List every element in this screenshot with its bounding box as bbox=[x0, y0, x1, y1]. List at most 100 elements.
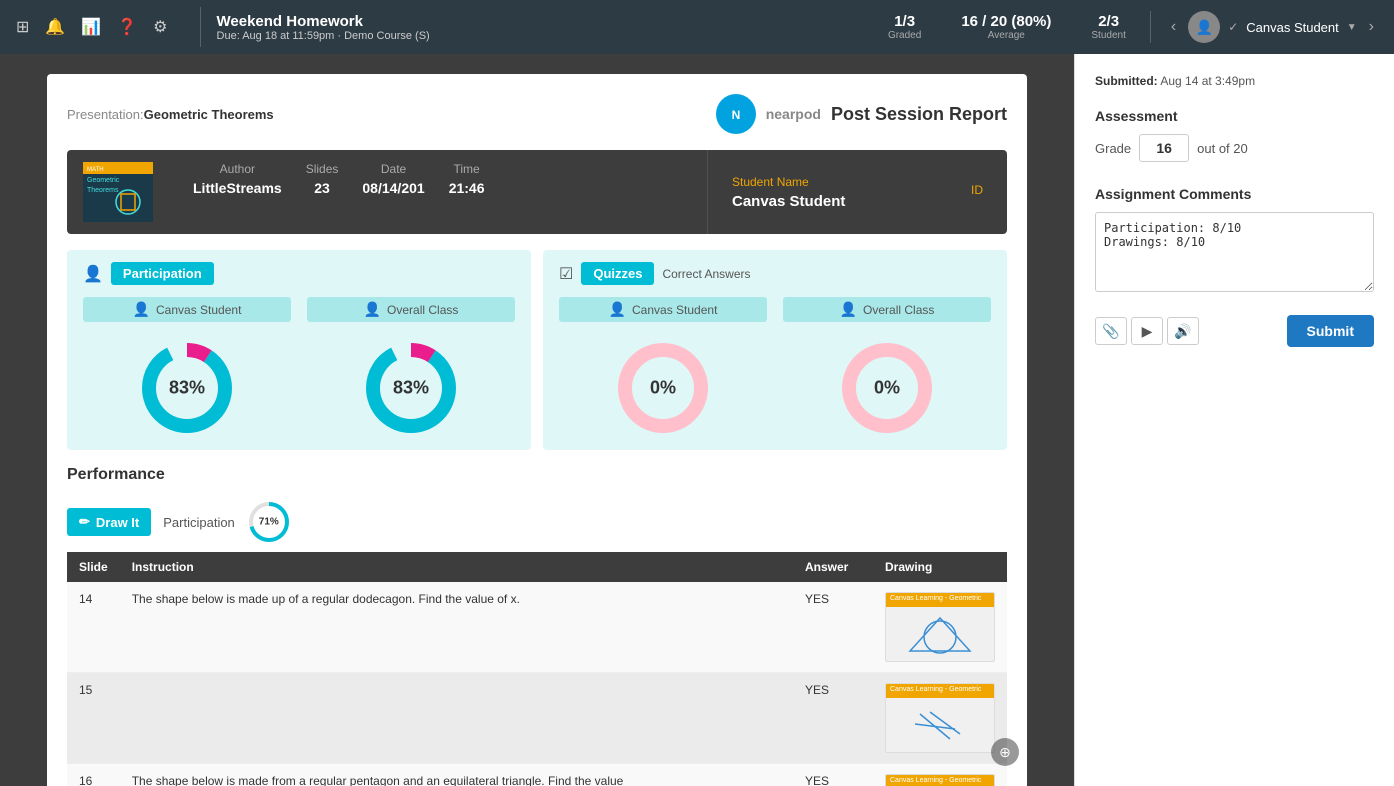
presentation-label: Presentation: bbox=[67, 107, 144, 122]
cell-drawing: Canvas Learning - Geometric bbox=[873, 582, 1007, 673]
col-slide: Slide bbox=[67, 552, 120, 582]
cell-answer: YES bbox=[793, 673, 873, 764]
assignment-info: Weekend Homework Due: Aug 18 at 11:59pm … bbox=[217, 13, 864, 42]
quizzes-title: Quizzes bbox=[581, 262, 654, 285]
comments-textarea[interactable]: Participation: 8/10 Drawings: 8/10 bbox=[1095, 212, 1374, 292]
table-row: 14The shape below is made up of a regula… bbox=[67, 582, 1007, 673]
quizzes-box: ☑ Quizzes Correct Answers 👤 Canvas Stude… bbox=[543, 250, 1007, 450]
quizzes-student-col: 👤 Canvas Student 0% bbox=[559, 297, 767, 438]
left-content: Presentation: Geometric Theorems N nearpo… bbox=[0, 54, 1074, 786]
student-donut-label: 83% bbox=[169, 378, 205, 399]
quiz-class-donut: 0% bbox=[783, 338, 991, 438]
col-drawing: Drawing bbox=[873, 552, 1007, 582]
comment-icon-group: 📎 ▶ 🔊 bbox=[1095, 317, 1199, 345]
cell-drawing: Canvas Learning - Geometric bbox=[873, 764, 1007, 786]
class-donut: 83% bbox=[307, 338, 515, 438]
grade-input[interactable] bbox=[1139, 134, 1189, 162]
cell-slide: 14 bbox=[67, 582, 120, 673]
user-section: ‹ 👤 ✓ Canvas Student ▼ › bbox=[1150, 11, 1378, 43]
dropdown-icon[interactable]: ▼ bbox=[1347, 22, 1357, 33]
participation-label: Participation bbox=[163, 515, 235, 530]
participation-student-header: 👤 Canvas Student bbox=[83, 297, 291, 322]
col-instruction: Instruction bbox=[120, 552, 793, 582]
participation-percent: 71% bbox=[259, 517, 279, 528]
time-item: Time 21:46 bbox=[449, 162, 485, 222]
stats-section: 👤 Participation 👤 Canvas Student bbox=[67, 250, 1007, 450]
participation-box: 👤 Participation 👤 Canvas Student bbox=[67, 250, 531, 450]
quizzes-class-col: 👤 Overall Class 0% bbox=[783, 297, 991, 438]
quiz-student-label: 0% bbox=[650, 378, 676, 399]
cell-answer: YES bbox=[793, 582, 873, 673]
grid-icon[interactable]: ⊞ bbox=[16, 17, 29, 37]
quizzes-student-header: 👤 Canvas Student bbox=[559, 297, 767, 322]
draw-it-badge: ✏ Draw It bbox=[67, 508, 151, 536]
cell-slide: 15 bbox=[67, 673, 120, 764]
cell-instruction bbox=[120, 673, 793, 764]
cell-instruction: The shape below is made up of a regular … bbox=[120, 582, 793, 673]
assessment-section: Assessment Grade out of 20 bbox=[1095, 108, 1374, 162]
submit-button[interactable]: Submit bbox=[1287, 315, 1374, 347]
correct-answers-label: Correct Answers bbox=[662, 267, 750, 281]
chart-icon[interactable]: 📊 bbox=[81, 17, 101, 37]
student-donut: 83% bbox=[83, 338, 291, 438]
participation-title: Participation bbox=[111, 262, 214, 285]
class-donut-chart: 83% bbox=[361, 338, 461, 438]
col-answer: Answer bbox=[793, 552, 873, 582]
table-row: 16The shape below is made from a regular… bbox=[67, 764, 1007, 786]
participation-header: 👤 Participation bbox=[83, 262, 515, 285]
date-item: Date 08/14/201 bbox=[362, 162, 424, 222]
submitted-info: Submitted: Aug 14 at 3:49pm bbox=[1095, 74, 1374, 88]
author-item: Author LittleStreams bbox=[193, 162, 282, 222]
attachment-button[interactable]: 📎 bbox=[1095, 317, 1127, 345]
forward-arrow[interactable]: › bbox=[1365, 14, 1378, 40]
assessment-title: Assessment bbox=[1095, 108, 1374, 124]
participation-columns: 👤 Canvas Student bbox=[83, 297, 515, 438]
report-type: N nearpod Post Session Report bbox=[716, 94, 1007, 134]
thumbnail-section: MATH Geometric Theorems bbox=[67, 150, 169, 234]
avatar: 👤 bbox=[1188, 11, 1220, 43]
presentation-thumbnail: MATH Geometric Theorems bbox=[83, 162, 153, 222]
comments-section: Assignment Comments Participation: 8/10 … bbox=[1095, 186, 1374, 295]
table-row: 15 YESCanvas Learning - Geometric bbox=[67, 673, 1007, 764]
cell-answer: YES bbox=[793, 764, 873, 786]
participation-circle: 71% bbox=[247, 500, 291, 544]
out-of-label: out of 20 bbox=[1197, 141, 1248, 156]
assignment-stats: 1/3 Graded 16 / 20 (80%) Average 2/3 Stu… bbox=[888, 13, 1126, 41]
help-icon[interactable]: ❓ bbox=[117, 17, 137, 37]
main-layout: Presentation: Geometric Theorems N nearpo… bbox=[0, 54, 1394, 786]
info-meta: Author LittleStreams Slides 23 Date 08/1… bbox=[169, 150, 707, 234]
info-table: MATH Geometric Theorems Author LittleStr… bbox=[67, 150, 1007, 234]
performance-section: Performance ✏ Draw It Participation 71% bbox=[67, 466, 1007, 786]
bell-icon[interactable]: 🔔 bbox=[45, 17, 65, 37]
quizzes-header: ☑ Quizzes Correct Answers bbox=[559, 262, 991, 285]
slides-item: Slides 23 bbox=[306, 162, 339, 222]
svg-text:MATH: MATH bbox=[87, 167, 104, 173]
cell-instruction: The shape below is made from a regular p… bbox=[120, 764, 793, 786]
drawing-thumbnail: Canvas Learning - Geometric bbox=[885, 683, 995, 753]
svg-text:Geometric: Geometric bbox=[87, 177, 120, 184]
svg-text:N: N bbox=[731, 108, 740, 122]
checkmark-icon: ✓ bbox=[1228, 20, 1238, 34]
class-donut-label: 83% bbox=[393, 378, 429, 399]
top-navigation: ⊞ 🔔 📊 ❓ ⚙ Weekend Homework Due: Aug 18 a… bbox=[0, 0, 1394, 54]
settings-icon[interactable]: ⚙ bbox=[153, 17, 167, 37]
assignment-title: Weekend Homework bbox=[217, 13, 864, 30]
performance-title: Performance bbox=[67, 466, 1007, 484]
svg-text:Theorems: Theorems bbox=[87, 187, 119, 194]
right-sidebar: Submitted: Aug 14 at 3:49pm Assessment G… bbox=[1074, 54, 1394, 786]
video-button[interactable]: ▶ bbox=[1131, 317, 1163, 345]
participation-class-header: 👤 Overall Class bbox=[307, 297, 515, 322]
audio-button[interactable]: 🔊 bbox=[1167, 317, 1199, 345]
student-info: Student Name Canvas Student ID bbox=[707, 150, 1007, 234]
expand-button[interactable]: ⊕ bbox=[991, 738, 1019, 766]
cell-slide: 16 bbox=[67, 764, 120, 786]
nav-icons: ⊞ 🔔 📊 ❓ ⚙ bbox=[16, 17, 168, 37]
quiz-class-chart: 0% bbox=[837, 338, 937, 438]
draw-it-table-container: Slide Instruction Answer Drawing 14The s… bbox=[67, 552, 1007, 786]
back-arrow[interactable]: ‹ bbox=[1167, 14, 1180, 40]
nearpod-logo: N bbox=[716, 94, 756, 134]
drawing-thumbnail: Canvas Learning - Geometric bbox=[885, 774, 995, 786]
nearpod-label: nearpod bbox=[766, 106, 821, 122]
quizzes-columns: 👤 Canvas Student 0% bbox=[559, 297, 991, 438]
participation-student-col: 👤 Canvas Student bbox=[83, 297, 291, 438]
